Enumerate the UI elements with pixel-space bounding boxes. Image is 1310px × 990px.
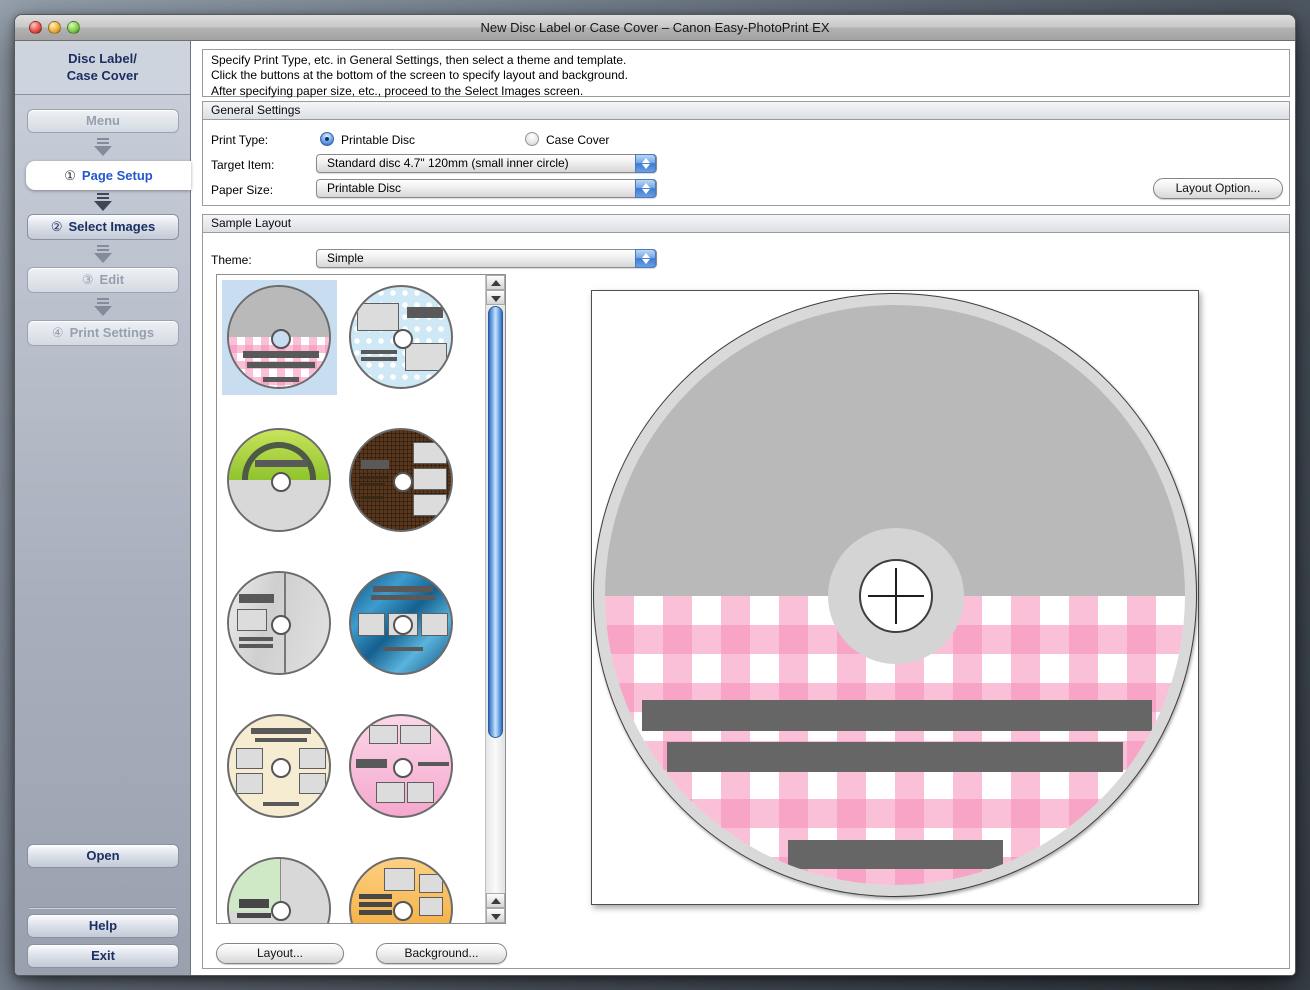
background-button[interactable]: Background...: [376, 943, 507, 964]
instruction-line2: Click the buttons at the bottom of the s…: [211, 68, 1281, 83]
disc-center-hole: [859, 559, 933, 633]
scroll-down-button[interactable]: [486, 290, 505, 305]
flow-arrow-icon: [87, 193, 119, 211]
instruction-panel: Specify Print Type, etc. in General Sett…: [202, 49, 1290, 97]
sample-layout-header: Sample Layout: [203, 215, 1289, 233]
theme-select[interactable]: Simple: [316, 249, 657, 268]
theme-value: Simple: [327, 251, 364, 265]
date-text-placeholder[interactable]: [788, 840, 1003, 869]
template-thumbnail-6[interactable]: [349, 571, 453, 675]
flow-arrow-icon: [87, 298, 119, 316]
layout-button[interactable]: Layout...: [216, 943, 344, 964]
template-thumbnail-5[interactable]: [227, 571, 331, 675]
template-thumbnail-1[interactable]: [227, 285, 331, 389]
target-item-label: Target Item:: [211, 158, 274, 172]
step-label: Page Setup: [82, 168, 153, 183]
scrollbar-thumb[interactable]: [488, 306, 503, 738]
printable-disc-radio-label[interactable]: Printable Disc: [341, 133, 415, 147]
dropdown-stepper-icon: [635, 249, 656, 268]
scroll-down-button[interactable]: [486, 908, 505, 923]
step-number: ①: [64, 168, 76, 183]
step-label: Edit: [100, 272, 125, 287]
layout-option-button[interactable]: Layout Option...: [1153, 178, 1283, 199]
template-thumbnail-3[interactable]: [227, 428, 331, 532]
instruction-line3: After specifying paper size, etc., proce…: [211, 84, 1281, 99]
theme-label: Theme:: [211, 253, 252, 267]
step-edit[interactable]: ③ Edit: [27, 267, 179, 293]
sample-layout-section: Sample Layout Theme: Simple: [202, 214, 1290, 969]
sidebar-title: Disc Label/ Case Cover: [15, 41, 190, 95]
paper-size-select[interactable]: Printable Disc: [316, 179, 657, 198]
paper-size-label: Paper Size:: [211, 183, 273, 197]
target-item-value: Standard disc 4.7" 120mm (small inner ci…: [327, 156, 569, 170]
flow-arrow-icon: [87, 138, 119, 156]
step-select-images[interactable]: ② Select Images: [27, 214, 179, 240]
case-cover-radio-label[interactable]: Case Cover: [546, 133, 609, 147]
print-type-label: Print Type:: [211, 133, 268, 147]
window-title: New Disc Label or Case Cover – Canon Eas…: [15, 20, 1295, 35]
title-bar[interactable]: New Disc Label or Case Cover – Canon Eas…: [15, 15, 1295, 41]
template-thumbnail-4[interactable]: [349, 428, 453, 532]
step-print-settings[interactable]: ④ Print Settings: [27, 320, 179, 346]
disc-hub: [828, 528, 964, 664]
template-list-scrollbar[interactable]: [485, 275, 505, 923]
step-page-setup[interactable]: ① Page Setup: [26, 161, 191, 190]
step-number: ③: [82, 272, 94, 287]
template-thumbnail-9[interactable]: [227, 857, 331, 924]
step-number: ④: [52, 325, 64, 340]
instruction-line1: Specify Print Type, etc. in General Sett…: [211, 53, 1281, 68]
case-cover-radio[interactable]: [525, 132, 539, 146]
open-button[interactable]: Open: [27, 844, 179, 868]
main-content: Specify Print Type, etc. in General Sett…: [192, 41, 1295, 975]
app-window: New Disc Label or Case Cover – Canon Eas…: [14, 14, 1296, 976]
template-list: [216, 274, 506, 924]
printable-disc-radio[interactable]: [320, 132, 334, 146]
sidebar: Disc Label/ Case Cover Menu ①Page Setup …: [15, 41, 191, 975]
scroll-up-button[interactable]: [486, 893, 505, 908]
subtitle-text-placeholder[interactable]: [667, 742, 1123, 772]
disc-preview: [593, 293, 1197, 897]
exit-button[interactable]: Exit: [27, 944, 179, 968]
step-number: ②: [51, 219, 63, 234]
step-label: Print Settings: [70, 325, 155, 340]
template-thumbnail-8[interactable]: [349, 714, 453, 818]
scroll-up-button[interactable]: [486, 275, 505, 290]
general-settings-section: General Settings Print Type: Printable D…: [202, 101, 1290, 206]
menu-button[interactable]: Menu: [27, 109, 179, 133]
paper-size-value: Printable Disc: [327, 181, 401, 195]
sidebar-divider: [29, 907, 176, 908]
dropdown-stepper-icon: [635, 179, 656, 198]
sidebar-title-line1: Disc Label/: [15, 50, 190, 67]
flow-arrow-icon: [87, 245, 119, 263]
layout-preview: [591, 290, 1199, 905]
sidebar-title-line2: Case Cover: [15, 67, 190, 84]
title-text-placeholder[interactable]: [642, 700, 1152, 731]
step-label: Select Images: [68, 219, 155, 234]
help-button[interactable]: Help: [27, 914, 179, 938]
dropdown-stepper-icon: [635, 154, 656, 173]
target-item-select[interactable]: Standard disc 4.7" 120mm (small inner ci…: [316, 154, 657, 173]
template-thumbnail-7[interactable]: [227, 714, 331, 818]
template-thumbnail-2[interactable]: [349, 285, 453, 389]
general-settings-header: General Settings: [203, 102, 1289, 120]
template-thumbnail-10[interactable]: [349, 857, 453, 924]
